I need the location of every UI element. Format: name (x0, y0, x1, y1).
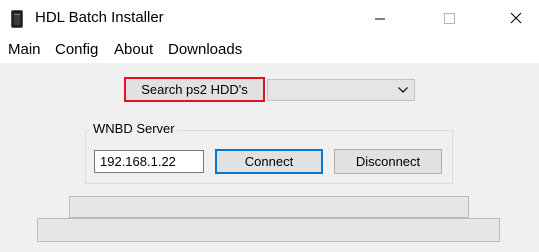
menu-main[interactable]: Main (8, 41, 41, 58)
wnbd-server-label: WNBD Server (90, 121, 178, 136)
ip-address-input[interactable] (94, 150, 204, 173)
ps2-console-icon (11, 10, 23, 28)
connect-button[interactable]: Connect (215, 149, 323, 174)
menu-downloads[interactable]: Downloads (168, 41, 242, 58)
title-bar[interactable]: HDL Batch Installer (0, 0, 539, 38)
menu-about[interactable]: About (114, 41, 153, 58)
progress-bar-secondary (37, 218, 500, 242)
disconnect-button[interactable]: Disconnect (334, 149, 442, 174)
minimize-icon (375, 18, 385, 20)
drive-select[interactable] (267, 79, 415, 101)
close-button[interactable] (493, 0, 539, 38)
minimize-button[interactable] (357, 0, 403, 38)
maximize-icon (444, 13, 455, 24)
menu-bar: Main Config About Downloads (0, 38, 539, 63)
chevron-down-icon (398, 87, 408, 93)
maximize-button[interactable] (426, 0, 472, 38)
close-icon (510, 12, 522, 24)
menu-config[interactable]: Config (55, 41, 98, 58)
search-ps2-hdd-button[interactable]: Search ps2 HDD's (124, 77, 265, 102)
window-title: HDL Batch Installer (35, 9, 164, 26)
progress-bar-primary (69, 196, 469, 218)
app-window: HDL Batch Installer Main Config About Do… (0, 0, 539, 252)
